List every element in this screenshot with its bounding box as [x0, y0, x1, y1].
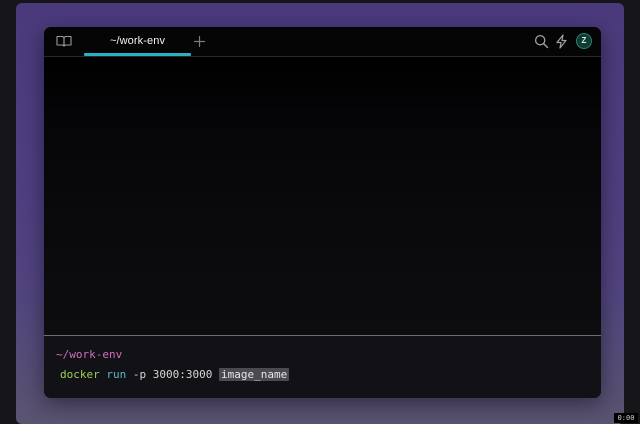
tab-bar: ~/work-env Z — [44, 27, 601, 57]
command-line[interactable]: docker run -p 3000:3000 image_name — [60, 368, 290, 381]
lightning-bolt-icon[interactable] — [554, 34, 569, 49]
plus-icon[interactable] — [193, 35, 206, 48]
search-icon[interactable] — [534, 34, 549, 49]
book-open-icon[interactable] — [56, 34, 72, 48]
command-args: -p 3000:3000 — [126, 368, 219, 381]
tab-label: ~/work-env — [109, 35, 166, 47]
terminal-output[interactable] — [44, 57, 601, 335]
video-timer: 0:00 — [614, 413, 638, 423]
active-tab-indicator — [84, 53, 191, 56]
command-subcommand: run — [106, 368, 127, 381]
avatar[interactable]: Z — [576, 33, 592, 49]
terminal-input[interactable]: ~/work-env docker run -p 3000:3000 image… — [44, 335, 601, 398]
prompt-path: ~/work-env — [56, 348, 123, 361]
command-program: docker — [60, 368, 100, 381]
tab-work-env[interactable]: ~/work-env — [84, 27, 191, 56]
terminal-window: ~/work-env Z ~/work-env docker run -p 30… — [44, 27, 601, 398]
command-placeholder[interactable]: image_name — [218, 368, 290, 381]
